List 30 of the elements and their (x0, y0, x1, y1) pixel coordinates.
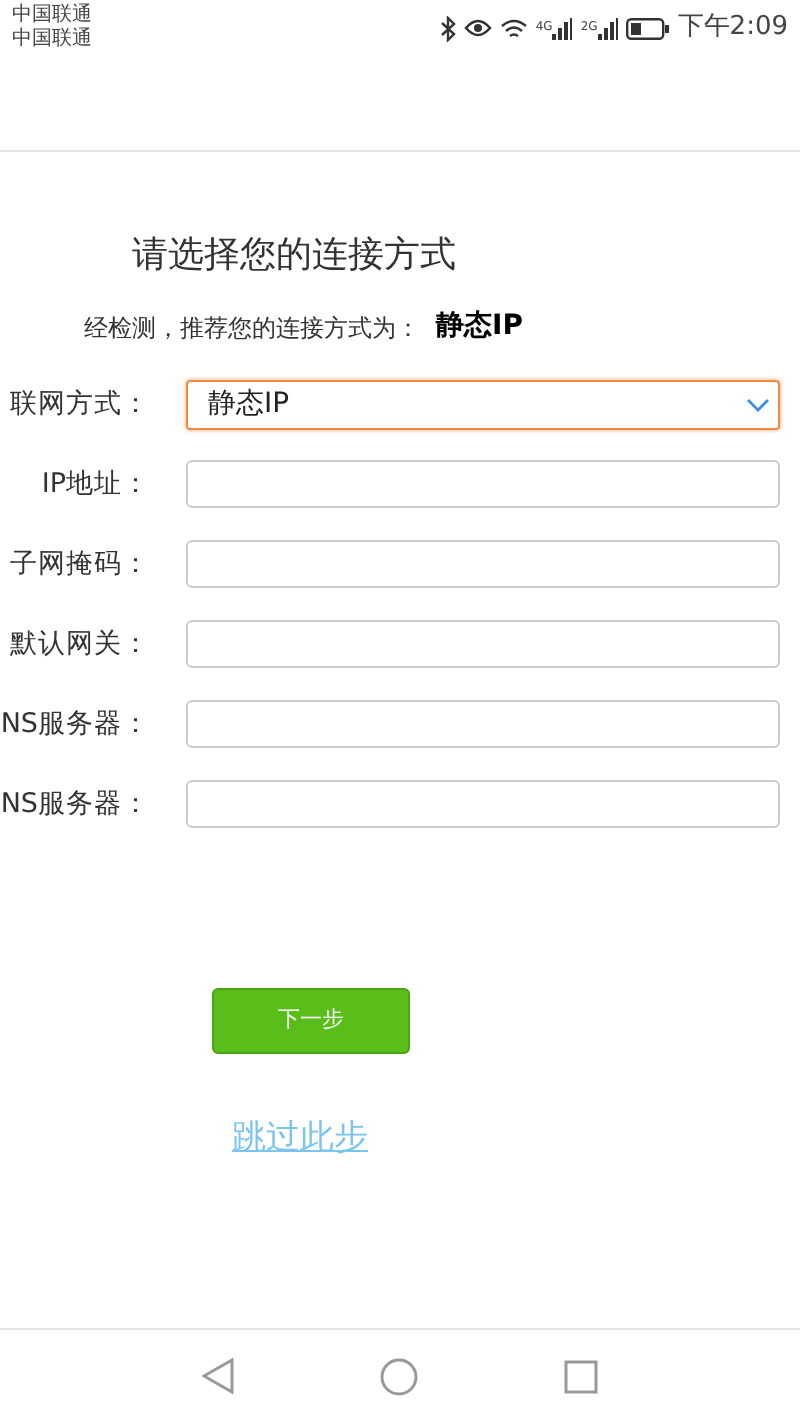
eye-icon (463, 16, 492, 40)
signal-icon (597, 17, 618, 39)
input-field[interactable] (186, 540, 780, 588)
input-field[interactable] (186, 700, 780, 748)
carrier-name: 中国联通 (12, 28, 92, 52)
recents-icon[interactable] (564, 1359, 598, 1393)
signal-icon (552, 17, 573, 39)
field-label: 默认网关： (8, 625, 150, 664)
field-label: 联网方式： (8, 385, 150, 424)
page-title: 请选择您的连接方式 (132, 234, 456, 276)
recommended-type: 静态IP (436, 308, 523, 346)
back-icon[interactable] (202, 1358, 234, 1394)
carrier-name: 中国联通 (12, 4, 92, 27)
field-label: IP地址： (39, 465, 150, 504)
skip-link[interactable]: 跳过此步 (232, 1114, 368, 1165)
wifi-icon (499, 17, 528, 39)
battery-icon (625, 17, 670, 39)
field-label: NS服务器： (0, 705, 150, 744)
input-field[interactable] (186, 620, 780, 668)
chevron-down-icon (746, 397, 770, 411)
field-label: NS服务器： (0, 785, 150, 824)
home-icon[interactable] (380, 1357, 418, 1395)
next-button[interactable]: 下一步 (212, 988, 410, 1054)
input-field[interactable] (186, 460, 780, 508)
input-field[interactable] (186, 780, 780, 828)
dropdown[interactable]: 静态IP (186, 379, 780, 429)
field-label: 子网掩码： (8, 545, 150, 584)
clock-time: 下午2:09 (677, 10, 788, 47)
bluetooth-icon (439, 15, 456, 41)
detection-text: 经检测，推荐您的连接方式为： (84, 311, 420, 345)
